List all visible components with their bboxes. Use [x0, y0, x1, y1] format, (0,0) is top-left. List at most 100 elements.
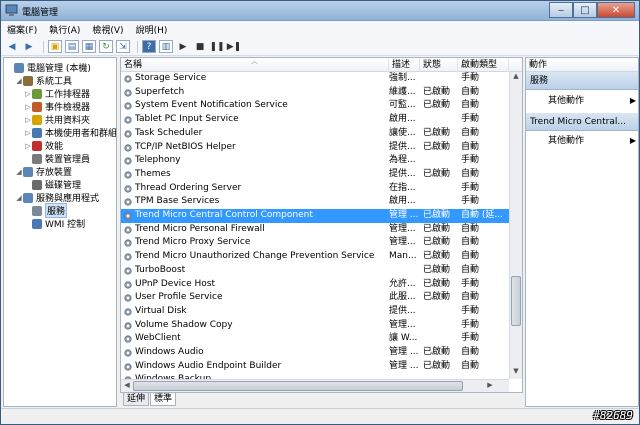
- scroll-up-icon[interactable]: ▲: [510, 72, 522, 84]
- service-gear-icon: [124, 102, 132, 110]
- expander-icon[interactable]: ▷: [24, 142, 32, 150]
- menu-help[interactable]: 說明(H): [136, 23, 168, 36]
- service-row[interactable]: Trend Micro Personal Firewall 管理... 已啟動 自動: [121, 223, 509, 237]
- actions-section-services[interactable]: 服務: [526, 72, 638, 90]
- column-status[interactable]: 狀態: [420, 58, 458, 72]
- service-row[interactable]: Task Scheduler 讓使... 已啟動 自動: [121, 127, 509, 141]
- service-name: Storage Service: [135, 73, 207, 83]
- service-startup-type: 手動: [461, 182, 480, 193]
- expander-icon[interactable]: ▷: [24, 90, 32, 98]
- service-startup-type: 自動: [461, 86, 480, 97]
- menu-bar: 檔案(F) 執行(A) 檢視(V) 說明(H): [1, 21, 639, 38]
- more-actions-selected-service[interactable]: 其他動作 ▶: [548, 134, 636, 148]
- service-startup-type: 自動: [461, 223, 480, 234]
- tree-item[interactable]: ◢ 存放裝置: [15, 165, 72, 178]
- minimize-button[interactable]: ‒: [549, 2, 573, 18]
- service-gear-icon: [124, 363, 132, 371]
- maximize-button[interactable]: □: [573, 2, 597, 18]
- show-tree-icon[interactable]: ▤: [65, 40, 79, 53]
- actions-section-selected-service[interactable]: Trend Micro Central...: [526, 113, 638, 131]
- tree-item[interactable]: ▷ 效能: [24, 139, 63, 152]
- tree-item[interactable]: ▷ 事件檢視器: [24, 100, 90, 113]
- stop-icon[interactable]: ■: [193, 40, 207, 53]
- tree-item[interactable]: ▷ 共用資料夾: [24, 113, 90, 126]
- expander-icon[interactable]: ◢: [15, 194, 23, 202]
- service-row[interactable]: Windows Audio 管理 ... 已啟動 自動: [121, 346, 509, 360]
- service-status: 已啟動: [423, 278, 451, 289]
- service-row[interactable]: Thread Ordering Server 在指... 手動: [121, 182, 509, 196]
- tree-item[interactable]: 服務: [24, 203, 68, 218]
- restart-icon[interactable]: ▶❚: [227, 40, 241, 53]
- more-actions-services[interactable]: 其他動作 ▶: [548, 94, 636, 108]
- scroll-down-icon[interactable]: ▼: [510, 367, 522, 379]
- tree-item[interactable]: 裝置管理員: [24, 152, 90, 165]
- service-name: Trend Micro Proxy Service: [135, 237, 251, 248]
- menu-action[interactable]: 執行(A): [49, 23, 80, 36]
- horizontal-scrollbar[interactable]: ◀ ▶: [121, 379, 509, 392]
- service-row[interactable]: TPM Base Services 啟用... 手動: [121, 195, 509, 209]
- service-row[interactable]: Storage Service 強制... 手動: [121, 72, 509, 86]
- service-name: Virtual Disk: [135, 305, 187, 316]
- service-row[interactable]: Superfetch 維護... 已啟動 自動: [121, 86, 509, 100]
- scroll-right-icon[interactable]: ▶: [485, 381, 495, 389]
- refresh-icon[interactable]: ↻: [99, 40, 113, 53]
- pause-icon[interactable]: ❚❚: [209, 40, 224, 53]
- service-status: 已啟動: [423, 264, 451, 275]
- service-row[interactable]: User Profile Service 此服... 已啟動 自動: [121, 291, 509, 305]
- expander-icon[interactable]: ◢: [15, 77, 23, 85]
- menu-view[interactable]: 檢視(V): [92, 23, 123, 36]
- actions-title: 動作: [526, 58, 638, 72]
- vertical-scrollbar[interactable]: ▲ ▼: [509, 72, 522, 379]
- tab-extended[interactable]: 延伸: [123, 393, 150, 406]
- tree-item[interactable]: ▷ 本機使用者和群組: [24, 126, 116, 139]
- service-row[interactable]: Trend Micro Proxy Service 管理... 已啟動 自動: [121, 236, 509, 250]
- service-description: 強制...: [389, 73, 416, 83]
- service-description: 管理 ...: [389, 360, 419, 371]
- service-row[interactable]: Trend Micro Central Control Component 管理 …: [121, 209, 509, 223]
- export-icon[interactable]: ⇲: [116, 40, 130, 53]
- service-row[interactable]: TCP/IP NetBIOS Helper 提供... 已啟動 自動: [121, 141, 509, 155]
- play-icon[interactable]: ▶: [176, 40, 190, 53]
- up-folder-icon[interactable]: ▣: [48, 40, 62, 53]
- service-row[interactable]: Virtual Disk 提供... 手動: [121, 305, 509, 319]
- service-row[interactable]: Tablet PC Input Service 啟用... 手動: [121, 113, 509, 127]
- expander-icon[interactable]: ▷: [24, 103, 32, 111]
- forward-icon[interactable]: ▶: [22, 40, 36, 53]
- close-button[interactable]: ✕: [597, 2, 635, 18]
- expander-icon[interactable]: ▷: [24, 116, 32, 124]
- expander-icon[interactable]: ▷: [24, 129, 32, 137]
- service-status: 已啟動: [423, 127, 451, 138]
- service-row[interactable]: Volume Shadow Copy 管理... 手動: [121, 319, 509, 333]
- help-icon[interactable]: ?: [142, 40, 156, 53]
- tree-item[interactable]: WMI 控制: [24, 217, 85, 230]
- column-name[interactable]: 名稱: [121, 58, 389, 72]
- tree-item[interactable]: 電腦管理 (本機): [6, 61, 91, 74]
- tree-item[interactable]: 磁碟管理: [24, 178, 81, 191]
- menu-file[interactable]: 檔案(F): [7, 23, 37, 36]
- column-description[interactable]: 描述: [389, 58, 420, 72]
- service-row[interactable]: Trend Micro Unauthorized Change Preventi…: [121, 250, 509, 264]
- service-row[interactable]: Themes 提供... 已啟動 自動: [121, 168, 509, 182]
- service-row[interactable]: System Event Notification Service 可監... 已啟…: [121, 99, 509, 113]
- scroll-left-icon[interactable]: ◀: [122, 381, 132, 389]
- back-icon[interactable]: ◀: [5, 40, 19, 53]
- service-row[interactable]: WebClient 讓 W... 手動: [121, 332, 509, 346]
- service-row[interactable]: Telephony 為程... 手動: [121, 154, 509, 168]
- clock-icon: [32, 88, 42, 99]
- scroll-thumb[interactable]: [511, 276, 521, 326]
- tree-item[interactable]: ▷ 工作排程器: [24, 87, 90, 100]
- tab-standard[interactable]: 標準: [150, 393, 177, 406]
- hscroll-thumb[interactable]: [133, 381, 463, 391]
- properties-icon[interactable]: ▦: [82, 40, 96, 53]
- service-status: 已啟動: [423, 360, 451, 371]
- tree-item[interactable]: ◢ 系統工具: [15, 74, 72, 87]
- service-name: Telephony: [135, 155, 181, 166]
- service-row[interactable]: TurboBoost 已啟動 自動: [121, 264, 509, 278]
- title-bar[interactable]: 電腦管理 ‒ □ ✕: [1, 1, 639, 21]
- service-row[interactable]: Windows Audio Endpoint Builder 管理 ... 已啟動自…: [121, 360, 509, 374]
- show-hide-icon[interactable]: ▥: [159, 40, 173, 53]
- column-startup-type[interactable]: 啟動類型: [458, 58, 509, 72]
- service-row[interactable]: UPnP Device Host 允許... 已啟動 手動: [121, 278, 509, 292]
- service-gear-icon: [124, 89, 132, 97]
- expander-icon[interactable]: ◢: [15, 168, 23, 176]
